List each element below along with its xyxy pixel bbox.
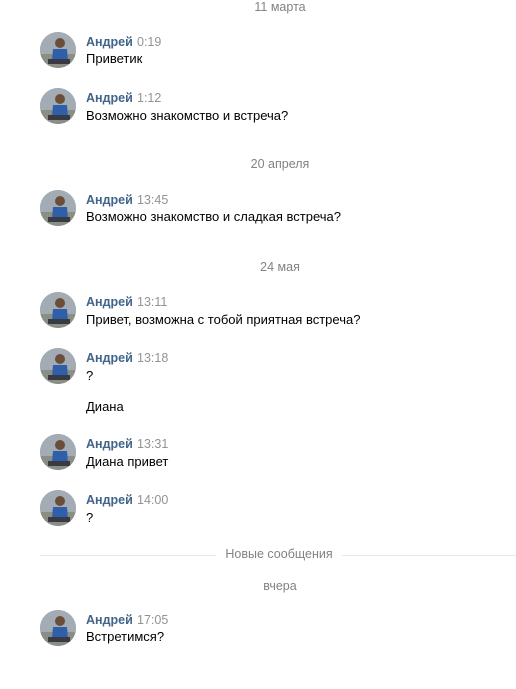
message-time[interactable]: 13:11	[137, 295, 167, 309]
author-name[interactable]: Андрей	[86, 493, 133, 507]
message-time[interactable]: 13:45	[137, 193, 168, 207]
avatar[interactable]	[40, 88, 76, 124]
author-name[interactable]: Андрей	[86, 193, 133, 207]
message-time[interactable]: 17:05	[137, 613, 168, 627]
author-name[interactable]: Андрей	[86, 35, 133, 49]
message-text: Встретимся?	[86, 629, 165, 644]
avatar[interactable]	[40, 610, 76, 646]
new-messages-label: Новые сообщения	[225, 547, 333, 561]
message-text: ?	[86, 368, 94, 383]
author-name[interactable]: Андрей	[86, 613, 133, 627]
message-text: Диана	[86, 399, 124, 414]
date-separator: 11 марта	[254, 0, 306, 14]
avatar[interactable]	[40, 490, 76, 526]
date-separator: вчера	[263, 579, 297, 593]
author-name[interactable]: Андрей	[86, 351, 133, 365]
message-text: Приветик	[86, 51, 143, 66]
date-separator: 20 апреля	[250, 157, 310, 171]
message-text: Диана привет	[86, 454, 169, 469]
message-text: Привет, возможна с тобой приятная встреч…	[86, 312, 361, 327]
new-messages-divider-right	[342, 555, 516, 556]
avatar[interactable]	[40, 32, 76, 68]
new-messages-divider-left	[40, 555, 216, 556]
message-time[interactable]: 13:18	[137, 351, 168, 365]
avatar[interactable]	[40, 292, 76, 328]
author-name[interactable]: Андрей	[86, 91, 133, 105]
avatar[interactable]	[40, 434, 76, 470]
message-text: Возможно знакомство и встреча?	[86, 108, 289, 123]
author-name[interactable]: Андрей	[86, 437, 133, 451]
author-name[interactable]: Андрей	[86, 295, 133, 309]
message-text: ?	[86, 510, 94, 525]
message-time[interactable]: 13:31	[137, 437, 168, 451]
message-time[interactable]: 14:00	[137, 493, 168, 507]
avatar[interactable]	[40, 190, 76, 226]
message-time[interactable]: 1:12	[137, 91, 161, 105]
message-time[interactable]: 0:19	[137, 35, 161, 49]
message-text: Возможно знакомство и сладкая встреча?	[86, 209, 341, 224]
avatar[interactable]	[40, 348, 76, 384]
date-separator: 24 мая	[260, 260, 300, 274]
